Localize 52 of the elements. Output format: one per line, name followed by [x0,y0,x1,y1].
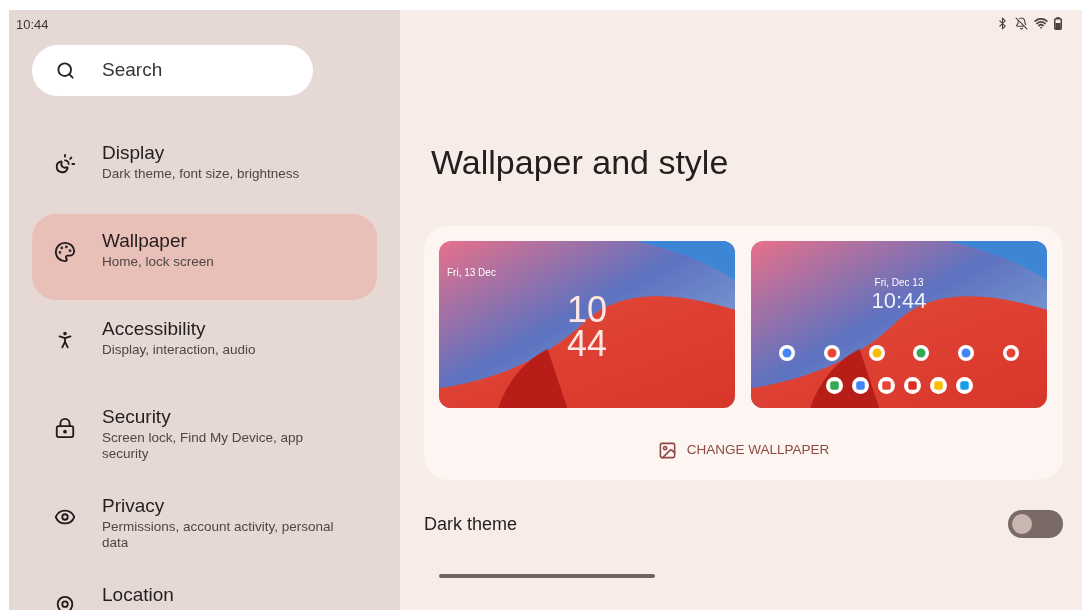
bluetooth-icon [996,16,1009,30]
item-subtitle: Permissions, account activity, personal data [102,518,335,551]
lock-screen-preview[interactable]: Fri, 13 Dec 10 44 [439,241,735,408]
preview-date: Fri, Dec 13 [874,277,924,289]
settings-menu-item[interactable]: Accessibility Display, interaction, audio [32,301,377,388]
lock-icon [54,416,76,439]
dock-app-icon [955,377,973,394]
palette-icon [54,240,76,263]
app-icon [913,345,930,361]
dock-app-icon [903,377,921,394]
dark-theme-label: Dark theme [424,512,518,536]
settings-menu-item[interactable]: Security Screen lock, Find My Device, app security [32,389,377,477]
battery-icon [1054,16,1062,30]
item-subtitle: Screen lock, Find My Device, app security [102,429,305,462]
settings-menu-item[interactable]: Display Dark theme, font size, brightness [32,125,377,212]
search-field[interactable]: Search [32,44,313,96]
item-title: Accessibility [102,316,206,341]
preview-clock: 10:44 [871,289,927,313]
brightness-icon [54,152,76,175]
dock-app-icon [851,377,869,394]
dock-app-icon [929,377,947,394]
item-subtitle: Display, interaction, audio [102,341,257,358]
page-title: Wallpaper and style [431,142,729,182]
preview-clock-minute: 44 [566,327,607,361]
clock-text: 10:44 [16,16,49,34]
preview-clock-hour: 10 [566,293,607,327]
home-screen-preview[interactable]: Fri, Dec 13 10:44 [751,241,1047,408]
location-pin-icon [54,594,76,610]
app-icon [823,345,840,361]
wifi-icon [1034,16,1048,30]
image-icon [657,440,677,460]
app-icon [868,345,885,361]
app-icon [958,345,975,361]
item-title: Wallpaper [102,228,187,253]
app-icon [779,345,795,361]
item-title: Display [102,140,165,165]
item-title: Privacy [102,493,165,518]
settings-menu-item[interactable]: Privacy Permissions, account activity, personal data [32,478,377,566]
preview-date: Fri, 13 Dec [447,266,496,280]
dock-app-icon [877,377,895,394]
change-wallpaper-button[interactable]: CHANGE WALLPAPER [649,434,838,467]
app-icon [1003,345,1019,361]
item-title: Security [102,404,171,429]
dark-theme-toggle[interactable] [1008,510,1063,539]
settings-menu-item[interactable]: Wallpaper Home, lock screen [32,213,377,300]
search-icon [56,60,75,80]
dock-app-icon [825,377,843,394]
settings-menu-item[interactable]: Location [32,567,377,610]
item-subtitle: Dark theme, font size, brightness [102,165,301,182]
bell-off-icon [1015,16,1028,30]
item-title: Location [102,582,174,607]
item-subtitle: Home, lock screen [102,253,215,270]
